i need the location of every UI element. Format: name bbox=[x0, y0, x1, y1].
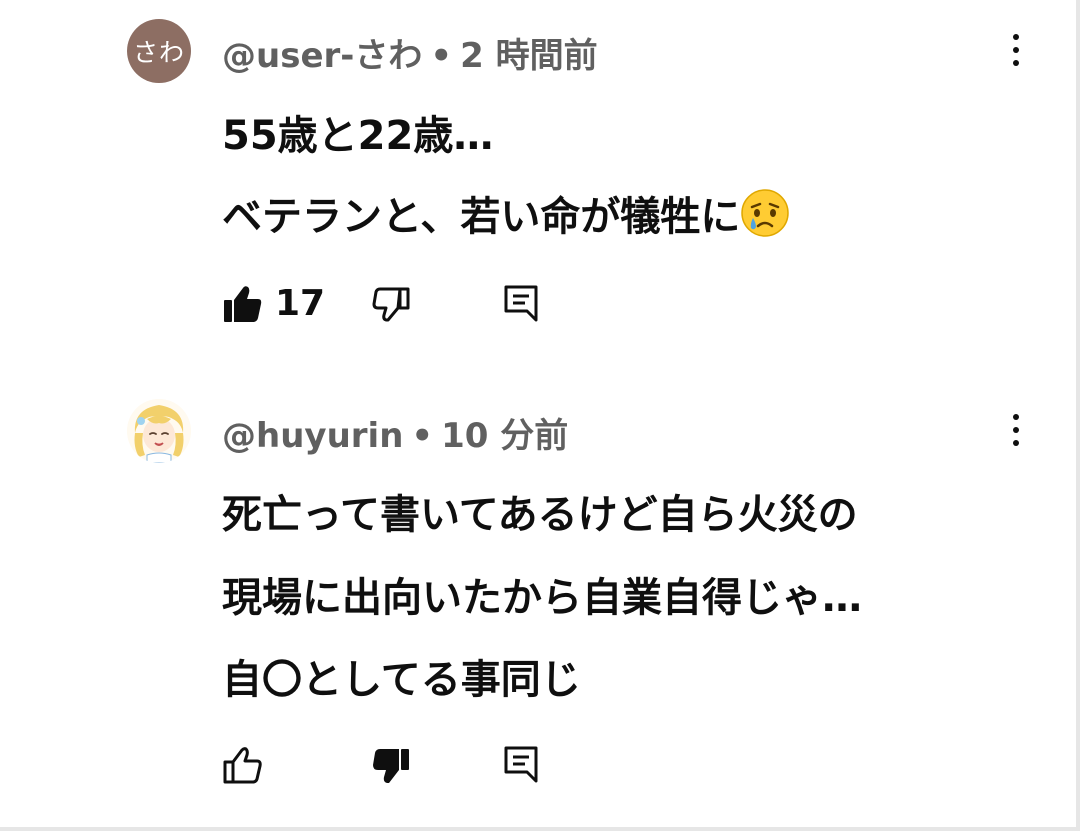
reply-comment-icon bbox=[504, 285, 538, 322]
like-button[interactable] bbox=[223, 285, 263, 323]
dislike-button[interactable] bbox=[372, 748, 410, 784]
comment-text-line: 現場に出向いたから自業自得じゃ… bbox=[222, 575, 862, 621]
comment-text-line: ベテランと、若い命が犠牲に bbox=[222, 194, 741, 240]
reply-button[interactable] bbox=[503, 284, 539, 322]
comment-meta: @user-さわ • 2 時間前 bbox=[222, 28, 598, 77]
author-name[interactable]: @user-さわ bbox=[222, 36, 422, 76]
more-vertical-dot bbox=[1013, 60, 1019, 66]
comment-text-line-with-emoji: ベテランと、若い命が犠牲に bbox=[222, 184, 790, 242]
comment-time: 10 分前 bbox=[441, 416, 569, 456]
thumbs-up-icon bbox=[224, 286, 262, 322]
like-count: 17 bbox=[275, 283, 326, 324]
comment-text-line: 55歳と22歳… bbox=[222, 113, 494, 159]
comment-meta: @huyurin • 10 分前 bbox=[222, 408, 568, 457]
comment-text-line: 死亡って書いてあるけど自ら火災の bbox=[222, 492, 858, 538]
author-name[interactable]: @huyurin bbox=[222, 416, 403, 456]
anime-character-avatar-image bbox=[127, 399, 191, 463]
comment-list: さわ @user-さわ • 2 時間前 55歳と22歳… ベテランと、若い命が犠牲に bbox=[0, 0, 1080, 831]
more-vertical-dot bbox=[1013, 440, 1019, 446]
reply-comment-icon bbox=[504, 746, 538, 783]
like-button[interactable] bbox=[223, 746, 263, 784]
thumbs-down-icon bbox=[373, 749, 409, 783]
reply-button[interactable] bbox=[503, 745, 539, 783]
more-vertical-dot bbox=[1013, 47, 1019, 53]
meta-separator: • bbox=[430, 36, 453, 76]
more-vertical-icon bbox=[1013, 414, 1019, 420]
comment-time: 2 時間前 bbox=[460, 36, 598, 76]
avatar[interactable] bbox=[127, 399, 191, 463]
avatar-initials: さわ bbox=[127, 19, 191, 83]
dislike-button[interactable] bbox=[372, 287, 410, 323]
avatar[interactable]: さわ bbox=[127, 19, 191, 83]
more-options-button[interactable] bbox=[1004, 30, 1028, 70]
more-vertical-dot bbox=[1013, 427, 1019, 433]
meta-separator: • bbox=[411, 416, 434, 456]
more-vertical-icon bbox=[1013, 34, 1019, 40]
comment-text-line: 自〇としてる事同じ bbox=[222, 657, 581, 703]
more-options-button[interactable] bbox=[1004, 410, 1028, 450]
crying-face-emoji bbox=[741, 189, 790, 237]
thumbs-up-icon bbox=[223, 747, 262, 784]
thumbs-down-icon bbox=[372, 287, 410, 322]
